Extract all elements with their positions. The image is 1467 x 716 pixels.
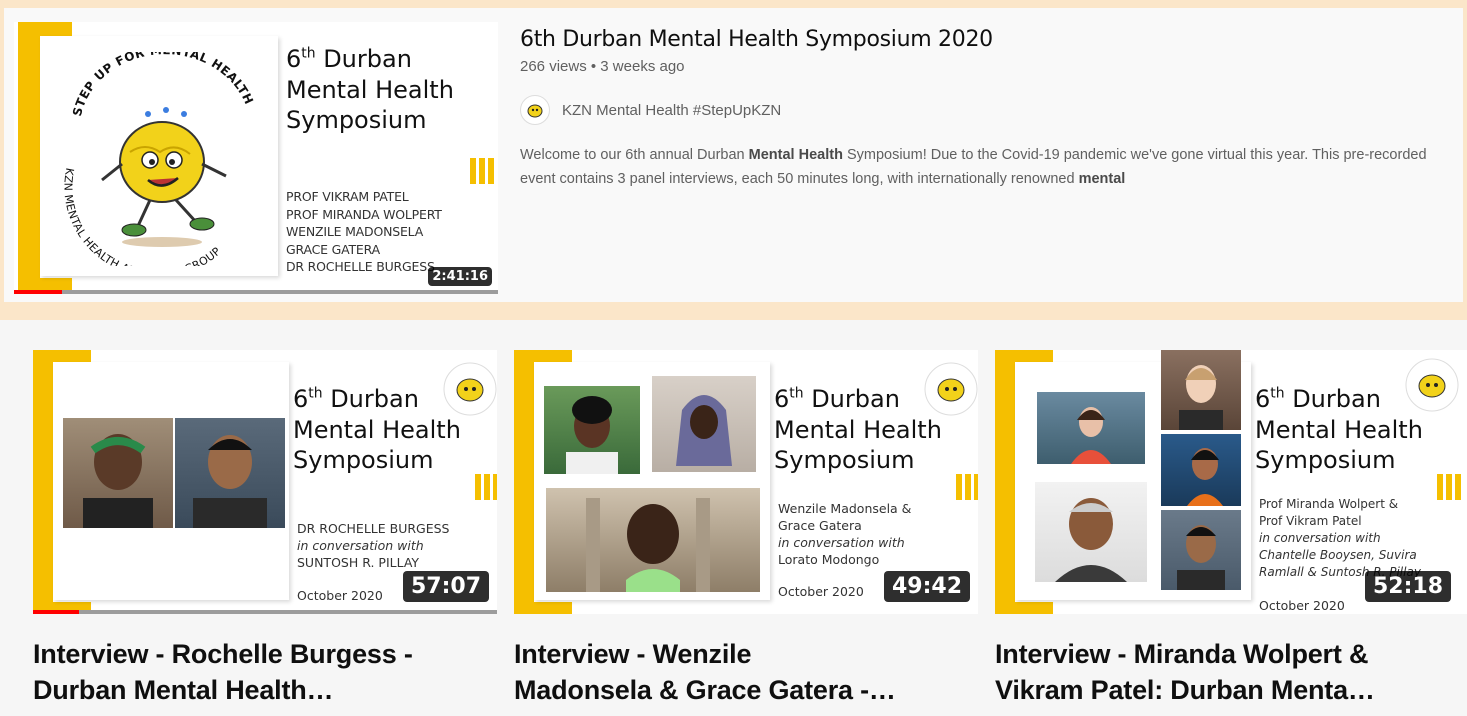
photo-chantelle-booysen [1161, 350, 1241, 430]
result-info: 6th Durban Mental Health Symposium 2020 … [520, 26, 1460, 191]
video-title[interactable]: Interview - Miranda Wolpert & Vikram Pat… [995, 636, 1467, 708]
yellow-stripes-icon [470, 158, 494, 184]
photo-wenzile-madonsela [544, 386, 640, 474]
thumbnail-title: 6th Durban Mental Health Symposium [286, 45, 454, 135]
yellow-frame-top [514, 350, 572, 362]
channel-brain-icon [527, 104, 543, 118]
svg-text:STEP UP FOR MENTAL HEALTH: STEP UP FOR MENTAL HEALTH [70, 52, 256, 118]
yellow-frame-top [33, 350, 91, 362]
photo-suntosh-pillay [175, 418, 285, 528]
channel-name[interactable]: KZN Mental Health #StepUpKZN [562, 102, 781, 119]
watch-progress-fill [33, 610, 80, 614]
grid-video-3[interactable]: 6th Durban Mental Health Symposium Prof … [995, 350, 1467, 708]
video-thumbnail[interactable]: 6th Durban Mental Health Symposium Wenzi… [514, 350, 978, 614]
watch-progress-bar [14, 290, 498, 294]
photo-grace-gatera [652, 376, 756, 472]
photo-vikram-patel [1035, 482, 1147, 582]
yellow-stripes-icon [1437, 474, 1461, 500]
video-thumbnail[interactable]: 6th Durban Mental Health Symposium DR RO… [33, 350, 497, 614]
step-up-logo-icon [443, 362, 497, 416]
video-description: Welcome to our 6th annual Durban Mental … [520, 147, 1427, 187]
yellow-frame-bar [514, 350, 534, 614]
thumbnail-date: October 2020 [1259, 598, 1345, 613]
yellow-frame-bar [18, 22, 40, 294]
photo-rochelle-burgess [63, 418, 173, 528]
grid-video-2[interactable]: 6th Durban Mental Health Symposium Wenzi… [514, 350, 978, 708]
video-thumbnail[interactable]: 6th Durban Mental Health Symposium Prof … [995, 350, 1467, 614]
thumbnail-title: 6th Durban Mental Health Symposium [1255, 385, 1423, 475]
yellow-frame-bottom [995, 602, 1053, 614]
yellow-frame-top [995, 350, 1053, 362]
watch-progress-bar [33, 610, 497, 614]
photo-miranda-wolpert [1037, 392, 1145, 464]
duration-badge: 57:07 [402, 571, 489, 602]
upload-age: 3 weeks ago [600, 58, 685, 75]
video-thumbnail[interactable]: STEP UP FOR MENTAL HEALTH KZN MENTAL HEA… [14, 22, 498, 294]
duration-badge: 49:42 [883, 571, 970, 602]
channel-avatar[interactable] [520, 95, 550, 125]
duration-badge: 52:18 [1364, 571, 1451, 602]
grid-video-1[interactable]: 6th Durban Mental Health Symposium DR RO… [33, 350, 497, 708]
thumbnail-caption: Wenzile Madonsela & Grace Gatera in conv… [778, 501, 912, 567]
yellow-frame-bottom [514, 602, 572, 614]
yellow-frame-bar [995, 350, 1015, 614]
step-up-logo-icon [924, 362, 978, 416]
thumbnail-title: 6th Durban Mental Health Symposium [293, 385, 461, 475]
thumbnail-title: 6th Durban Mental Health Symposium [774, 385, 942, 475]
yellow-stripes-icon [956, 474, 978, 500]
thumbnail-caption: Prof Miranda Wolpert & Prof Vikram Patel… [1259, 497, 1421, 579]
channel-row[interactable]: KZN Mental Health #StepUpKZN [520, 95, 1460, 125]
photo-lorato-modongo [546, 488, 760, 592]
yellow-frame-bar [33, 350, 53, 614]
view-count: 266 views [520, 58, 587, 75]
step-up-brain-logo: STEP UP FOR MENTAL HEALTH KZN MENTAL HEA… [61, 52, 256, 266]
video-title[interactable]: Interview - Wenzile Madonsela & Grace Ga… [514, 636, 978, 708]
thumbnail-caption: DR ROCHELLE BURGESS in conversation with… [297, 521, 450, 570]
video-title[interactable]: 6th Durban Mental Health Symposium 2020 [520, 26, 1460, 54]
watch-progress-fill [14, 290, 63, 294]
yellow-stripes-icon [475, 474, 497, 500]
speaker-list: PROF VIKRAM PATEL PROF MIRANDA WOLPERT W… [286, 189, 442, 274]
thumbnail-date: October 2020 [297, 588, 383, 603]
video-title[interactable]: Interview - Rochelle Burgess - Durban Me… [33, 636, 497, 708]
step-up-logo-icon [1405, 358, 1459, 412]
search-result-card[interactable]: STEP UP FOR MENTAL HEALTH KZN MENTAL HEA… [4, 8, 1463, 302]
photo-suvira-ramlall [1161, 434, 1241, 506]
thumbnail-date: October 2020 [778, 584, 864, 599]
duration-badge: 2:41:16 [428, 267, 492, 286]
video-meta: 266 views • 3 weeks ago [520, 58, 685, 75]
photo-suntosh-pillay [1161, 510, 1241, 590]
